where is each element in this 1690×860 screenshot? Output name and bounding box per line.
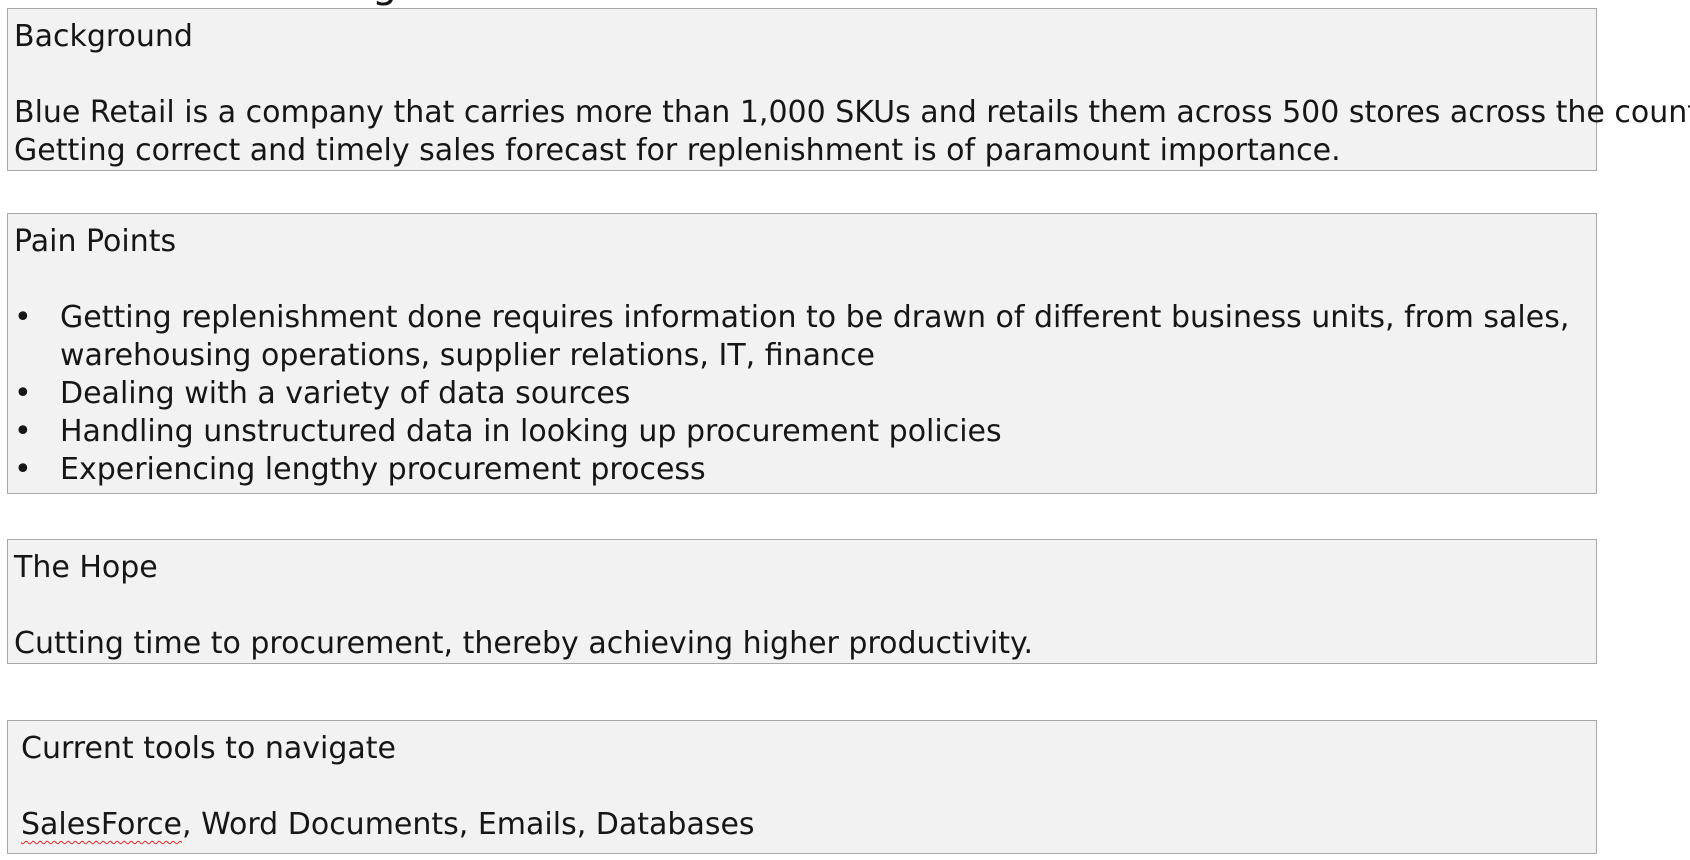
pain-point-text: Handling unstructured data in looking up… <box>60 414 1002 449</box>
background-box: Background Blue Retail is a company that… <box>7 8 1690 171</box>
bullet-icon: • <box>14 300 32 335</box>
pain-point-text: Getting replenishment done requires info… <box>60 300 1570 373</box>
pain-points-title: Pain Points <box>14 224 177 259</box>
pain-point-item: • Experiencing lengthy procurement proce… <box>14 451 1590 489</box>
current-tools-title: Current tools to navigate <box>21 731 396 766</box>
current-tools-rest: , Word Documents, Emails, Databases <box>182 807 755 842</box>
spellcheck-flagged-word[interactable]: SalesForce <box>21 807 182 842</box>
hope-box: The Hope Cutting time to procurement, th… <box>7 539 1597 664</box>
pain-point-text: Dealing with a variety of data sources <box>60 376 631 411</box>
hope-title: The Hope <box>14 550 158 585</box>
pain-points-list: • Getting replenishment done requires in… <box>14 299 1590 489</box>
pain-point-item: • Getting replenishment done requires in… <box>14 299 1590 375</box>
background-line-2: Getting correct and timely sales forecas… <box>14 133 1341 168</box>
bullet-icon: • <box>14 376 32 411</box>
background-line-1: Blue Retail is a company that carries mo… <box>14 95 1690 130</box>
current-tools-box: Current tools to navigate SalesForce, Wo… <box>7 720 1597 854</box>
hope-text: Cutting time to procurement, thereby ach… <box>14 626 1034 661</box>
bullet-icon: • <box>14 414 32 449</box>
pain-point-item: • Dealing with a variety of data sources <box>14 375 1590 413</box>
background-title: Background <box>14 19 193 54</box>
current-tools-text: SalesForce, Word Documents, Emails, Data… <box>21 806 1590 844</box>
pain-points-box: Pain Points • Getting replenishment done… <box>7 213 1597 494</box>
pain-point-item: • Handling unstructured data in looking … <box>14 413 1590 451</box>
pain-point-text: Experiencing lengthy procurement process <box>60 452 706 487</box>
cut-off-heading-fragment: g <box>372 0 397 8</box>
bullet-icon: • <box>14 452 32 487</box>
